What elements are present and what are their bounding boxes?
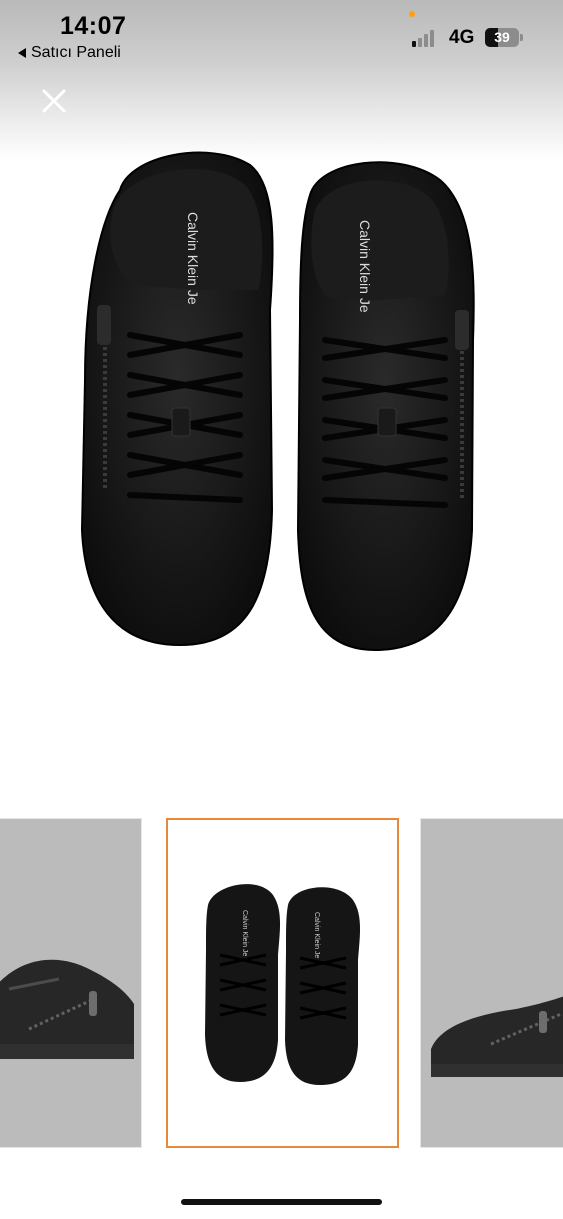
right-shoe: Calvin Klein Je (296, 161, 475, 652)
close-button[interactable] (38, 85, 70, 117)
back-to-app-label: Satıcı Paneli (31, 44, 121, 61)
thumbnail-strip: Calvin Klein Je Calvin Klein Je (0, 818, 563, 1150)
main-image-brand-text-right: Calvin Klein Je (357, 220, 373, 313)
back-triangle-icon (18, 48, 26, 58)
thumbnail-side-left[interactable] (0, 818, 142, 1148)
back-to-app-button[interactable]: Satıcı Paneli (18, 44, 121, 62)
thumbnail-brand-text-left: Calvin Klein Je (241, 910, 248, 956)
status-bar: 14:07 Satıcı Paneli 4G 39 (0, 0, 563, 70)
battery-icon: 39 (485, 28, 519, 47)
main-image-brand-text-left: Calvin Klein Je (185, 212, 201, 305)
left-shoe: Calvin Klein Je (80, 151, 274, 647)
battery-cap (520, 34, 523, 41)
thumbnail-side-right[interactable] (420, 818, 563, 1148)
network-type: 4G (449, 27, 475, 48)
cellular-signal-icon (412, 29, 440, 47)
product-main-image[interactable]: Calvin Klein Je Calvin Klein Je (60, 130, 510, 670)
close-icon (42, 89, 66, 113)
recording-indicator-icon (409, 11, 415, 17)
clock: 14:07 (60, 12, 127, 40)
thumbnail-brand-text-right: Calvin Klein Je (313, 912, 320, 958)
battery-percent: 39 (494, 29, 510, 45)
home-indicator[interactable] (181, 1199, 382, 1205)
thumbnail-top[interactable]: Calvin Klein Je Calvin Klein Je (166, 818, 399, 1148)
